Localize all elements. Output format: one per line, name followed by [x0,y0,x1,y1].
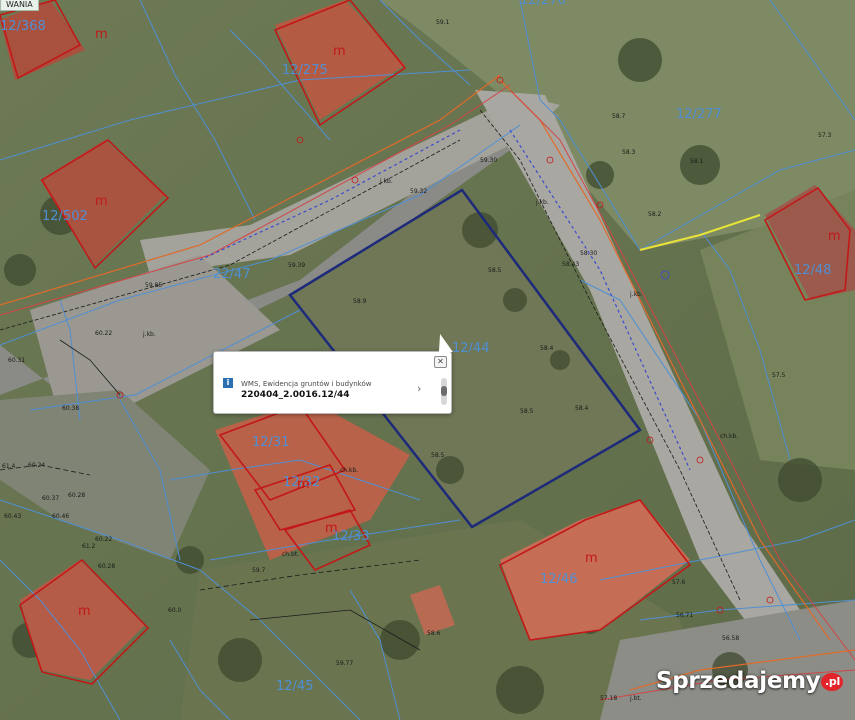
elevation-value: 58.4 [540,345,554,352]
elevation-value: 58.5 [488,267,502,274]
surface-label: ch.kb. [340,467,358,474]
parcel-label: 22/47 [213,267,250,282]
elevation-value: 58.1 [690,158,704,165]
layer-tab-label[interactable]: WANIA [0,0,39,11]
elevation-value: 61.4 [2,463,16,470]
elevation-value: 59.1 [436,19,450,26]
elevation-value: 59.30 [480,157,497,164]
elevation-value: 61.2 [82,543,96,550]
elevation-value: 58.4 [575,405,589,412]
parcel-label: 12/502 [42,209,88,224]
watermark-logo: Sprzedajemy .pl [656,668,844,694]
popup-scrollbar[interactable] [441,378,447,405]
elevation-value: 59.7 [252,567,266,574]
elevation-value: 60.31 [8,357,25,364]
watermark-suffix: .pl [821,672,844,691]
parcel-label: 12/31 [252,435,289,450]
elevation-value: 60.22 [95,536,112,543]
elevation-value: 58.5 [431,452,445,459]
elevation-value: 57.5 [772,372,786,379]
elevation-value: 60.28 [68,492,85,499]
elevation-value: 58.6 [427,630,441,637]
elevation-value: 57.18 [600,695,617,702]
elevation-value: 56.58 [722,635,739,642]
parcel-label: 12/276 [520,0,566,8]
surface-label: j.bt. [629,695,642,702]
surface-label: ch.bt. [282,551,299,558]
popup-scroll-thumb[interactable] [441,386,447,396]
elevation-value: 60.46 [52,513,69,520]
elevation-value: 56.71 [676,612,693,619]
building-marker: m [333,44,346,59]
building-marker: m [297,477,310,492]
building-marker: m [585,551,598,566]
elevation-value: 60.28 [98,563,115,570]
parcel-label: 12/45 [276,679,313,694]
surface-label: ch.kb. [720,433,738,440]
elevation-value: 58.43 [562,261,579,268]
parcel-label: 12/48 [794,263,831,278]
elevation-value: 58.30 [580,250,597,257]
popup-feature-id[interactable]: 220404_2.0016.12/44 [241,390,350,400]
parcel-label: 12/275 [282,63,328,78]
elevation-value: 58.3 [622,149,636,156]
building-marker: m [78,604,91,619]
building-marker: m [828,229,841,244]
building-marker: m [325,521,338,536]
elevation-value: 59.77 [336,660,353,667]
elevation-value: 58.7 [612,113,626,120]
parcel-label: 12/44 [452,341,489,356]
elevation-value: 59.85 [145,282,162,289]
surface-label: j.kb. [535,199,549,206]
building-marker: m [95,27,108,42]
elevation-value: 58.5 [520,408,534,415]
elevation-value: 60.22 [95,330,112,337]
elevation-value: 60.0 [168,607,182,614]
parcel-label: 12/277 [676,107,722,122]
surface-label: j.kb. [629,291,643,298]
elevation-value: 60.24 [28,462,45,469]
popup-layer-name: WMS, Ewidencja gruntów i budynków [241,380,372,388]
feature-info-popup[interactable]: ✕ i WMS, Ewidencja gruntów i budynków 22… [213,334,453,414]
surface-label: j.kb. [142,331,156,338]
close-icon[interactable]: ✕ [434,356,447,368]
elevation-value: 59.39 [288,262,305,269]
elevation-value: 58.2 [648,211,662,218]
parcel-label: 12/46 [540,572,577,587]
watermark-text: Sprzedajemy [656,668,821,694]
parcel-label: 12/368 [0,19,46,34]
elevation-value: 60.38 [62,405,79,412]
chevron-right-icon[interactable]: › [417,382,421,395]
elevation-value: 57.6 [672,579,686,586]
elevation-value: 60.37 [42,495,59,502]
elevation-value: 59.32 [410,188,427,195]
elevation-value: 60.43 [4,513,21,520]
surface-label: j.kb. [379,178,393,185]
elevation-value: 58.9 [353,298,367,305]
elevation-value: 57.3 [818,132,832,139]
building-marker: m [95,194,108,209]
info-icon: i [223,378,233,388]
